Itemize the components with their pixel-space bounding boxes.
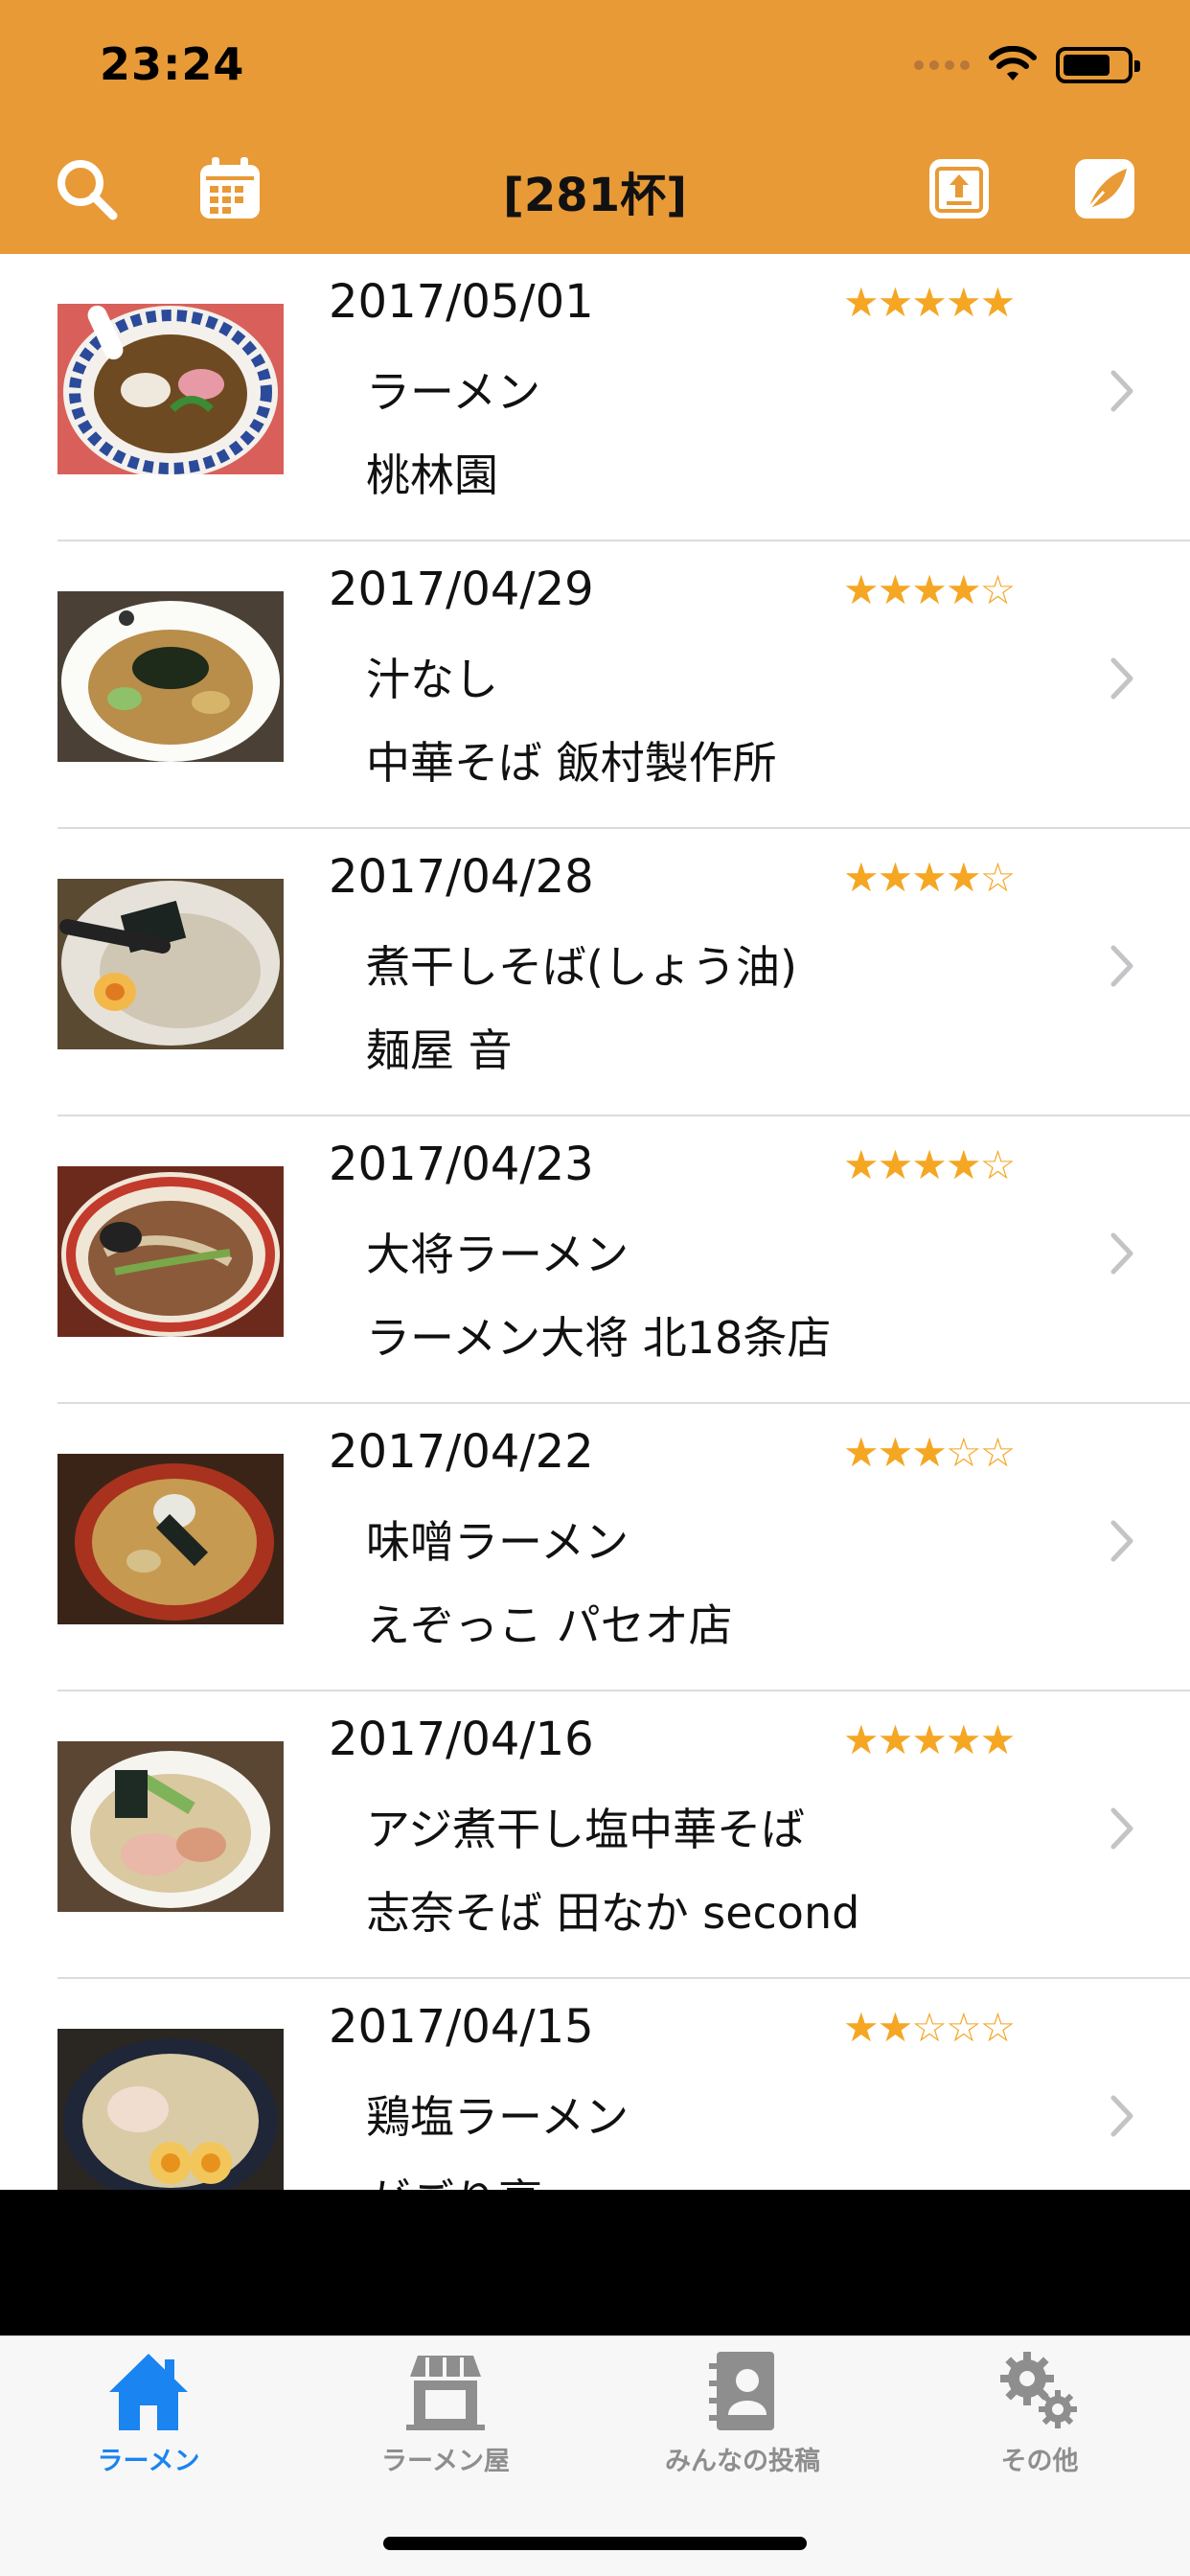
list-item[interactable]: 2017/05/01 ★★★★★ ラーメン 桃林園 <box>0 254 1190 541</box>
ramen-photo <box>57 879 284 1049</box>
tab-label: ラーメン屋 <box>381 2447 510 2476</box>
shop-name: ラーメン大将 北18条店 <box>366 1312 832 1364</box>
home-indicator[interactable] <box>383 2537 807 2550</box>
entry-date: 2017/04/29 <box>329 563 594 616</box>
chevron-right-icon <box>1110 2095 1133 2137</box>
ramen-photo <box>57 304 284 474</box>
home-icon <box>109 2354 188 2430</box>
dish-name: 鶏塩ラーメン <box>366 2091 629 2143</box>
dish-name: アジ煮干し塩中華そば <box>366 1804 806 1855</box>
shop-name: がごり亭 <box>366 2166 542 2190</box>
tab-ramen[interactable]: ラーメン <box>0 2336 297 2490</box>
chevron-right-icon <box>1110 370 1133 412</box>
dish-name: 味噌ラーメン <box>366 1516 629 1568</box>
rating-stars: ★★★★☆ <box>843 1141 1016 1188</box>
entry-date: 2017/04/28 <box>329 850 594 904</box>
ramen-photo <box>57 2029 284 2190</box>
entry-date: 2017/04/22 <box>329 1425 594 1479</box>
ramen-photo <box>57 1454 284 1624</box>
status-time: 23:24 <box>100 38 245 90</box>
dish-name: 汁なし <box>366 654 498 705</box>
entry-date: 2017/04/15 <box>329 2000 594 2054</box>
rating-stars: ★★★★☆ <box>843 854 1016 901</box>
ramen-log-list: 2017/05/01 ★★★★★ ラーメン 桃林園 2017/04/29 ★★★… <box>0 254 1190 2190</box>
tab-ramen-shop[interactable]: ラーメン屋 <box>297 2336 594 2490</box>
ramen-photo <box>57 1741 284 1912</box>
shop-name: 中華そば 飯村製作所 <box>366 737 777 789</box>
navigation-header: 23:24 [281杯] <box>0 0 1190 254</box>
rating-stars: ★★☆☆☆ <box>843 2004 1016 2051</box>
shop-name: 桃林園 <box>366 449 498 501</box>
rating-stars: ★★★★☆ <box>843 566 1016 613</box>
ad-banner-area <box>0 2190 1190 2335</box>
shop-name: 志奈そば 田なか second <box>366 1887 860 1939</box>
dish-name: 煮干しそば(しょう油) <box>366 941 797 993</box>
chevron-right-icon <box>1110 1520 1133 1562</box>
wifi-icon <box>989 46 1037 80</box>
list-item[interactable]: 2017/04/28 ★★★★☆ 煮干しそば(しょう油) 麺屋 音 <box>0 829 1190 1116</box>
entry-date: 2017/05/01 <box>329 275 594 329</box>
tab-others[interactable]: その他 <box>891 2336 1188 2490</box>
chevron-right-icon <box>1110 657 1133 700</box>
compose-icon[interactable] <box>1071 155 1138 222</box>
chevron-right-icon <box>1110 1232 1133 1275</box>
page-title: [281杯] <box>502 169 688 222</box>
rating-stars: ★★★☆☆ <box>843 1429 1016 1476</box>
list-item[interactable]: 2017/04/23 ★★★★☆ 大将ラーメン ラーメン大将 北18条店 <box>0 1116 1190 1404</box>
list-item[interactable]: 2017/04/15 ★★☆☆☆ 鶏塩ラーメン がごり亭 <box>0 1979 1190 2190</box>
chevron-right-icon <box>1110 1807 1133 1850</box>
dish-name: ラーメン <box>366 366 541 418</box>
rating-stars: ★★★★★ <box>843 1716 1016 1763</box>
list-item[interactable]: 2017/04/16 ★★★★★ アジ煮干し塩中華そば 志奈そば 田なか sec… <box>0 1691 1190 1979</box>
tab-label: その他 <box>1000 2447 1079 2476</box>
tab-label: みんなの投稿 <box>665 2447 820 2476</box>
upload-icon[interactable] <box>926 155 993 222</box>
list-item[interactable]: 2017/04/22 ★★★☆☆ 味噌ラーメン えぞっこ パセオ店 <box>0 1404 1190 1691</box>
gears-icon <box>1000 2352 1077 2428</box>
shop-name: 麺屋 音 <box>366 1024 513 1076</box>
ramen-photo <box>57 1166 284 1337</box>
chevron-right-icon <box>1110 945 1133 987</box>
shop-name: えぞっこ パセオ店 <box>366 1599 733 1651</box>
status-indicators <box>914 42 1140 88</box>
tab-everyones-posts[interactable]: みんなの投稿 <box>594 2336 891 2490</box>
signal-icon <box>914 60 970 70</box>
entry-date: 2017/04/23 <box>329 1138 594 1191</box>
dish-name: 大将ラーメン <box>366 1229 629 1280</box>
ramen-photo <box>57 591 284 762</box>
entry-date: 2017/04/16 <box>329 1713 594 1766</box>
rating-stars: ★★★★★ <box>843 279 1016 326</box>
contacts-book-icon <box>709 2352 774 2430</box>
battery-icon <box>1056 47 1140 83</box>
shop-icon <box>406 2356 485 2430</box>
list-item[interactable]: 2017/04/29 ★★★★☆ 汁なし 中華そば 飯村製作所 <box>0 541 1190 829</box>
tab-label: ラーメン <box>97 2447 200 2476</box>
